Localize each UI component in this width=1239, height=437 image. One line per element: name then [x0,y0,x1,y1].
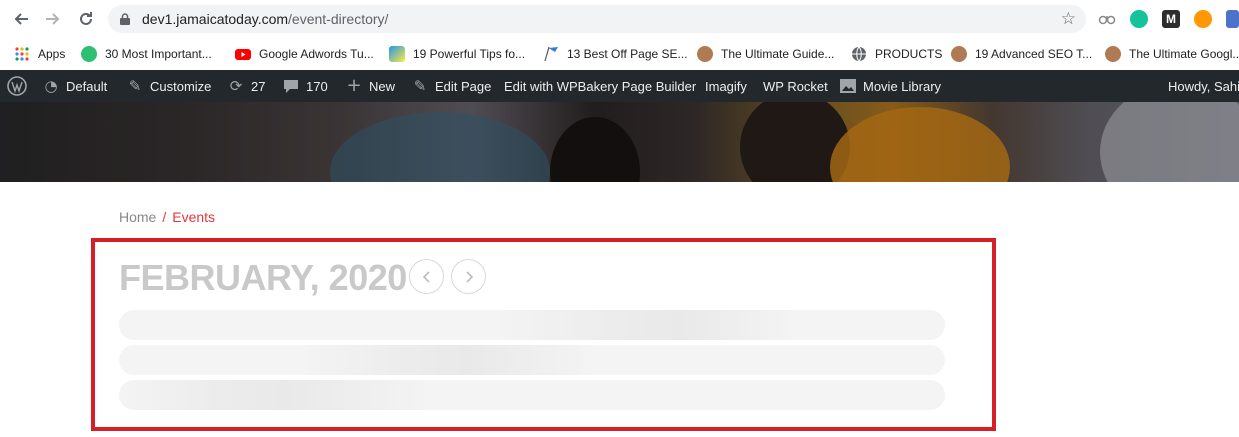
address-bar[interactable]: dev1.jamaicatoday.com/event-directory/ ☆ [108,5,1086,33]
site-name-menu[interactable]: ◔ Default [42,70,107,102]
bookmark-item[interactable]: 19 Advanced SEO T... [951,43,1092,65]
bookmark-item[interactable]: The Ultimate Googl... [1105,43,1239,65]
edit-page-link[interactable]: ✎ Edit Page [411,70,492,102]
chevron-left-icon [422,270,430,283]
site-favicon-icon [81,46,97,62]
globe-icon [852,46,866,62]
bookmark-label: Apps [38,47,66,61]
site-favicon-icon [389,46,405,62]
wpbakery-link[interactable]: Edit with WPBakery Page Builder [504,70,696,102]
apps-grid-icon [15,47,29,61]
movie-library-menu[interactable]: Movie Library [839,70,941,102]
previous-month-button[interactable] [409,259,444,294]
hero-overlay [0,102,1239,182]
bookmark-label: The Ultimate Googl... [1129,47,1239,61]
customize-link[interactable]: ✎ Customize [126,70,212,102]
breadcrumb-current: Events [172,209,216,225]
m-extension-icon[interactable]: M [1162,10,1180,28]
my-account-menu[interactable]: Howdy, Sahi [1168,70,1239,102]
loading-skeleton-row [119,345,945,375]
avatar-icon [1105,46,1121,62]
star-icon: ☆ [1060,9,1076,29]
imagify-menu[interactable]: Imagify [705,70,747,102]
wordpress-icon [7,76,27,96]
wp-rocket-label: WP Rocket [763,78,828,94]
new-label: New [369,78,396,94]
loading-skeleton-row [119,380,945,410]
customize-label: Customize [150,78,212,94]
pencil-icon: ✎ [413,77,427,95]
updates-count: 27 [251,78,266,94]
forward-button[interactable] [43,9,63,29]
updates-icon: ⟳ [229,77,243,95]
grammarly-extension-icon[interactable] [1130,10,1148,28]
breadcrumb-home-link[interactable]: Home [119,209,156,225]
comments-link[interactable]: 170 [282,70,328,102]
wpbakery-label: Edit with WPBakery Page Builder [504,78,697,94]
bookmark-label: 30 Most Important... [105,47,212,61]
edit-page-label: Edit Page [435,78,492,94]
bookmark-label: PRODUCTS [875,47,943,61]
bookmark-item[interactable]: 13 Best Off Page SE... [543,43,688,65]
hero-banner-image [0,102,1239,182]
bookmark-apps[interactable]: Apps [14,43,65,65]
breadcrumb-separator: / [162,209,167,225]
bookmark-label: The Ultimate Guide... [721,47,835,61]
bookmark-label: Google Adwords Tu... [259,47,374,61]
url-text: dev1.jamaicatoday.com/event-directory/ [142,11,388,27]
bookmark-label: 19 Powerful Tips fo... [413,47,526,61]
site-name-label: Default [66,78,108,94]
new-content-menu[interactable]: + New [345,70,395,102]
image-icon [840,79,856,93]
calendar-month-title: FEBRUARY, 2020 [119,257,407,298]
url-path: /event-directory/ [288,11,389,27]
paintbrush-icon: ✎ [128,77,142,95]
extension-icon[interactable] [1098,10,1116,28]
youtube-icon [235,49,251,60]
wp-admin-bar: ◔ Default ✎ Customize ⟳ 27 170 + New ✎ E… [0,70,1239,102]
next-month-button[interactable] [451,259,486,294]
comment-icon [284,80,298,93]
comments-count: 170 [306,78,328,94]
lock-icon [120,13,130,25]
plus-icon: + [346,75,362,96]
howdy-label: Howdy, Sahi [1168,78,1239,94]
chevron-right-icon [465,270,473,283]
bookmark-item[interactable]: Google Adwords Tu... [235,43,374,65]
loading-skeleton-row [119,310,945,340]
bookmark-item[interactable]: PRODUCTS [851,43,942,65]
browser-toolbar: dev1.jamaicatoday.com/event-directory/ ☆… [0,0,1239,38]
arrow-left-icon [14,13,28,25]
updates-link[interactable]: ⟳ 27 [227,70,266,102]
back-button[interactable] [11,9,31,29]
sun-extension-icon[interactable] [1194,10,1212,28]
bookmark-star-button[interactable]: ☆ [1061,9,1076,29]
flag-icon [544,46,558,62]
wp-rocket-menu[interactable]: WP Rocket [763,70,828,102]
avatar-icon [697,46,713,62]
bookmark-item[interactable]: 30 Most Important... [81,43,212,65]
blue-extension-icon[interactable] [1226,10,1239,28]
movie-library-label: Movie Library [863,78,942,94]
wordpress-logo-button[interactable] [7,70,27,102]
reload-button[interactable] [76,9,96,29]
bookmark-label: 13 Best Off Page SE... [567,47,688,61]
arrow-right-icon [46,13,60,25]
dashboard-icon: ◔ [44,77,58,95]
url-host: dev1.jamaicatoday.com [142,11,289,27]
breadcrumb: Home / Events [119,209,215,225]
bookmark-item[interactable]: The Ultimate Guide... [697,43,834,65]
avatar-icon [951,46,967,62]
bookmark-label: 19 Advanced SEO T... [975,47,1093,61]
reload-icon [80,12,92,25]
imagify-label: Imagify [705,78,747,94]
bookmark-item[interactable]: 19 Powerful Tips fo... [389,43,525,65]
bookmarks-bar: Apps 30 Most Important... Google Adwords… [0,38,1239,70]
